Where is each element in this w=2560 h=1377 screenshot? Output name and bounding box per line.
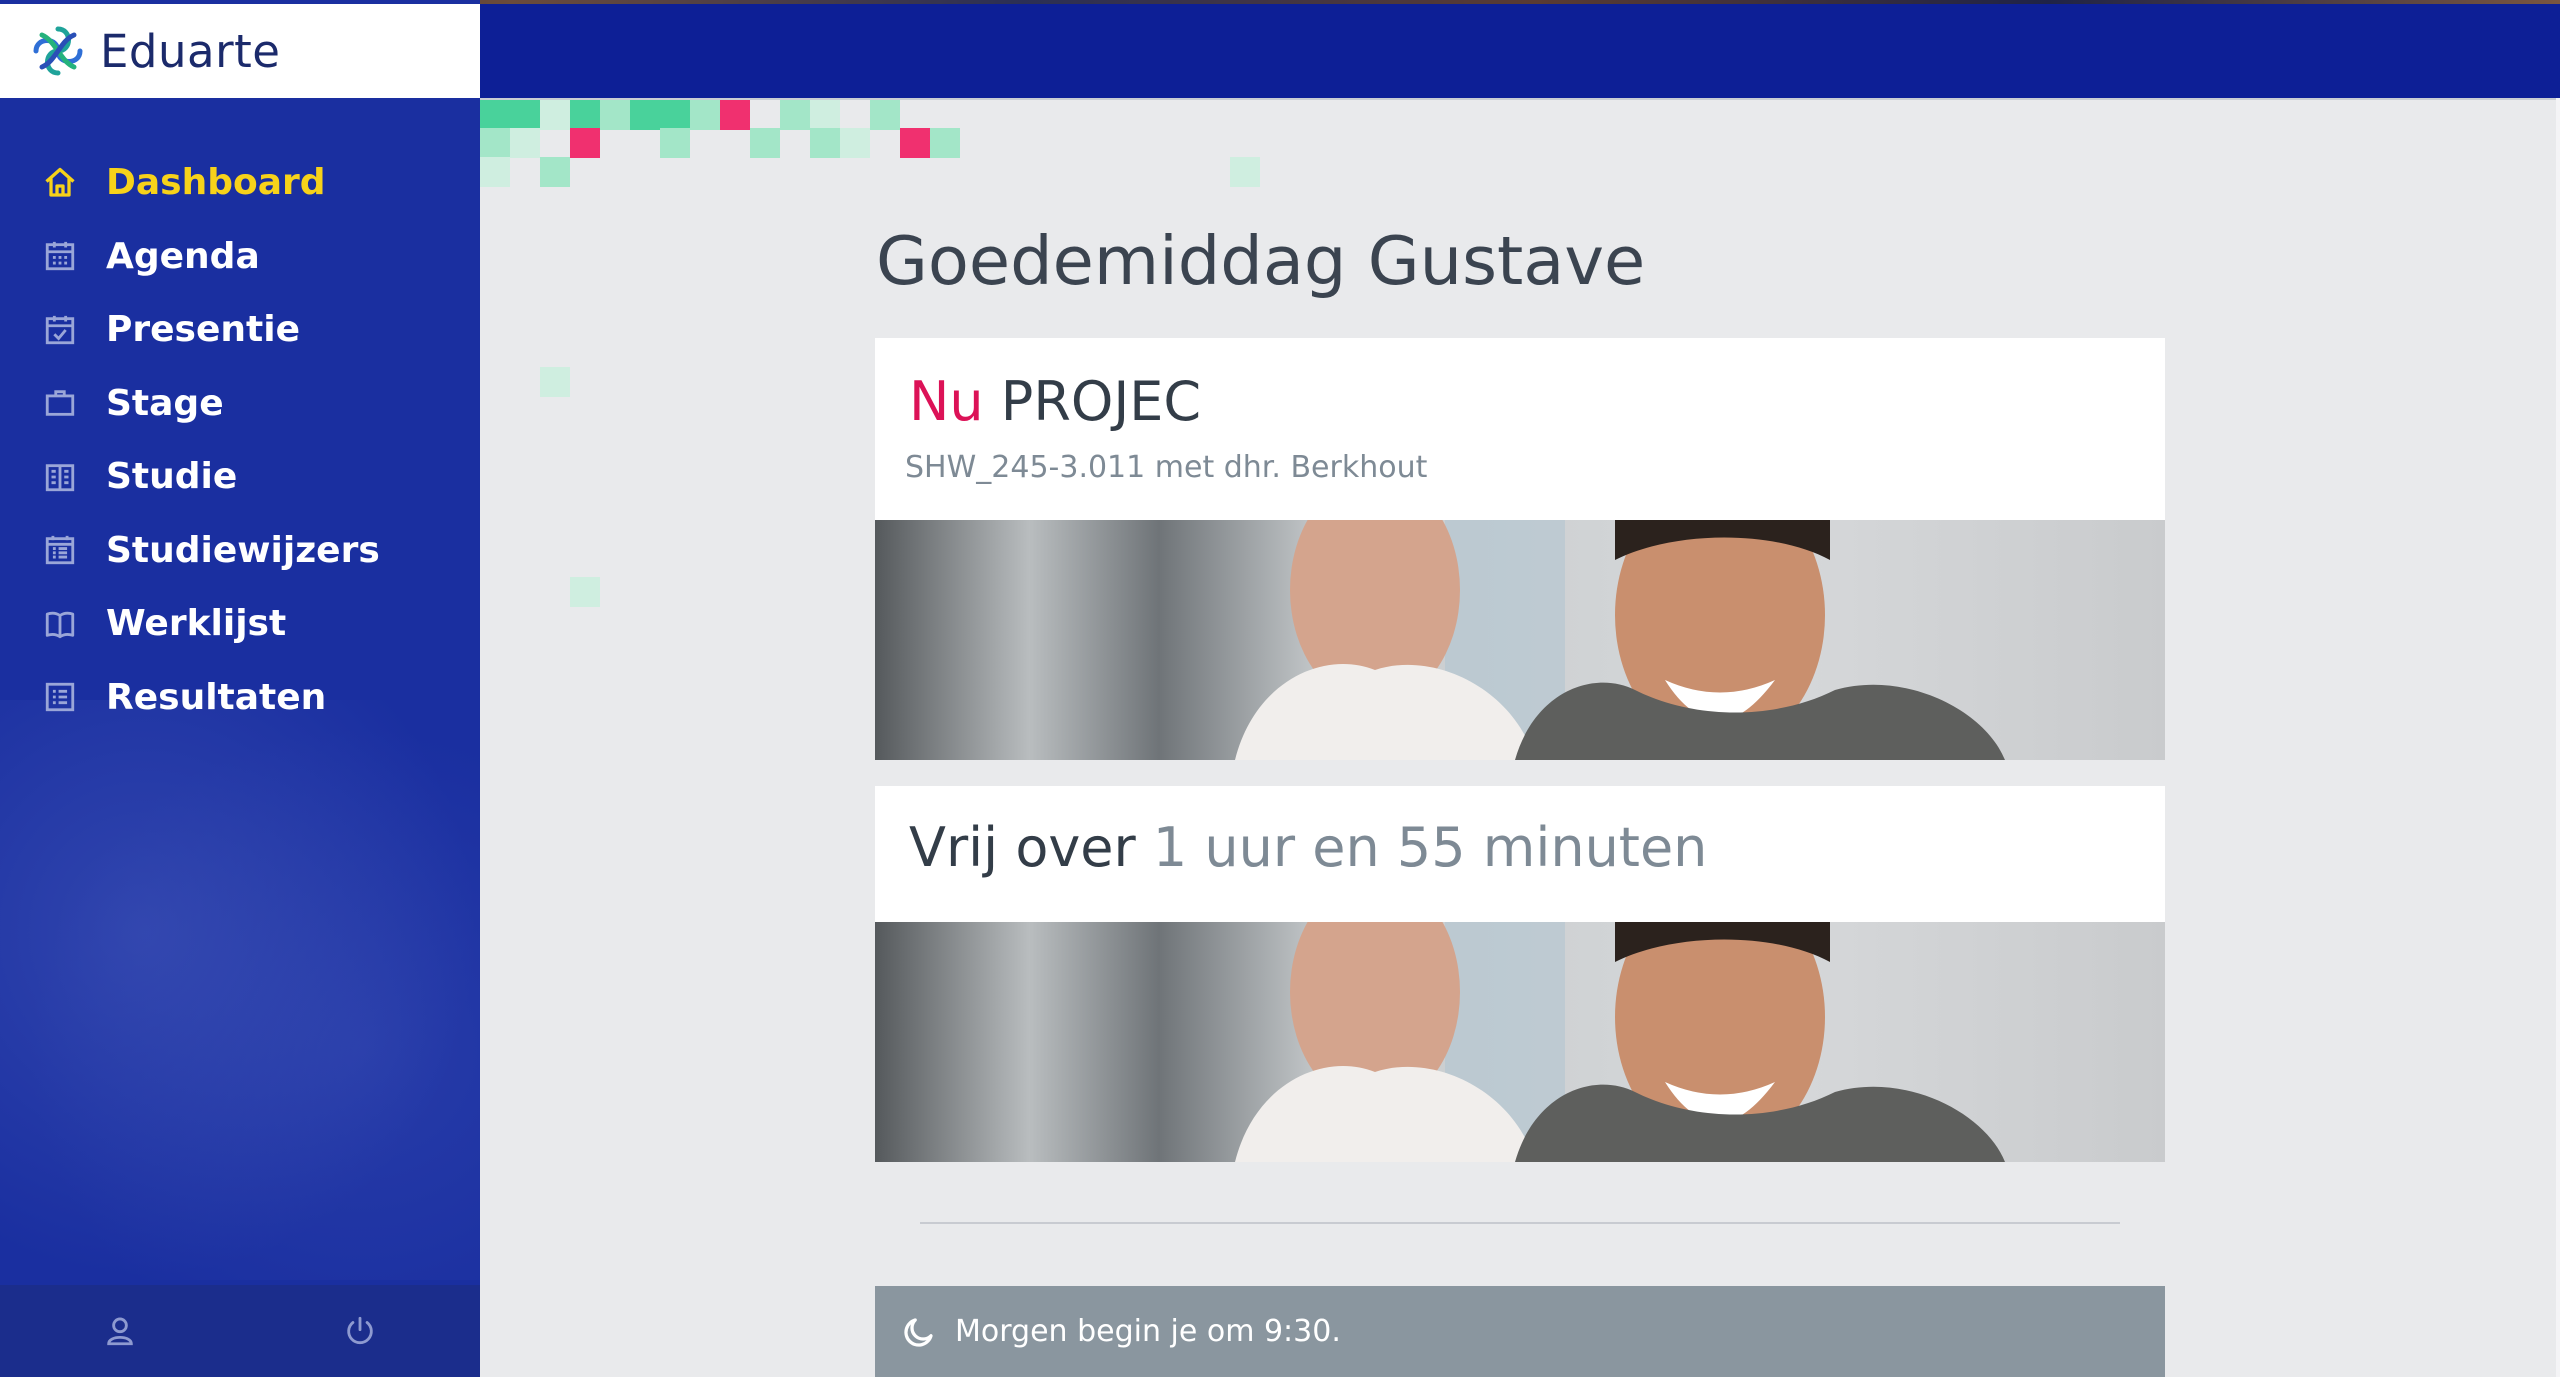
sidebar-footer	[0, 1285, 480, 1377]
pixel	[540, 367, 570, 397]
free-label: Vrij over	[909, 816, 1136, 879]
sidebar-item-label: Agenda	[106, 235, 260, 277]
pixel	[570, 100, 600, 130]
user-icon	[107, 1317, 133, 1346]
pixel	[540, 157, 570, 187]
sidebar-item-label: Dashboard	[106, 162, 326, 204]
notice-text: Morgen begin je om 9:30.	[955, 1314, 1341, 1349]
sidebar-item-label: Werklijst	[106, 603, 287, 645]
pixel	[810, 128, 840, 158]
sidebar-item-label: Studiewijzers	[106, 529, 380, 571]
top-header	[480, 4, 2560, 98]
tomorrow-notice: Morgen begin je om 9:30.	[875, 1286, 2165, 1377]
pixel	[480, 128, 510, 158]
sidebar-background	[0, 700, 480, 1280]
sidebar-nav: Dashboard Agenda Presentie Stage Studie	[0, 146, 480, 734]
list-calendar-icon	[40, 530, 80, 570]
section-divider	[920, 1222, 2120, 1224]
pixel	[630, 100, 660, 130]
pixel	[480, 157, 510, 187]
pixel	[810, 100, 840, 130]
briefcase-icon	[40, 383, 80, 423]
sidebar-item-werklijst[interactable]: Werklijst	[0, 587, 480, 661]
sidebar-item-presentie[interactable]: Presentie	[0, 293, 480, 367]
book-icon	[40, 604, 80, 644]
pixel	[870, 100, 900, 130]
pixel	[540, 100, 570, 130]
sidebar-item-label: Resultaten	[106, 676, 327, 718]
lesson-details: SHW_245-3.011 met dhr. Berkhout	[905, 450, 1428, 485]
students-photo	[875, 922, 2165, 1162]
greeting-title: Goedemiddag Gustave	[876, 222, 1646, 300]
free-time-value: 1 uur en 55 minuten	[1152, 816, 1708, 879]
pixel	[570, 577, 600, 607]
building-icon	[40, 457, 80, 497]
sidebar-item-studiewijzers[interactable]: Studiewijzers	[0, 514, 480, 588]
pixel	[780, 100, 810, 130]
sidebar-item-label: Presentie	[106, 309, 300, 351]
now-label: Nu	[909, 370, 984, 433]
pixel	[750, 128, 780, 158]
pixel	[840, 128, 870, 158]
pixel	[660, 128, 690, 158]
sidebar-item-resultaten[interactable]: Resultaten	[0, 661, 480, 735]
pixel	[900, 128, 930, 158]
pixel	[1230, 157, 1260, 187]
current-lesson-title: Nu PROJEC	[909, 370, 1201, 433]
current-lesson-card[interactable]: Nu PROJEC SHW_245-3.011 met dhr. Berkhou…	[875, 338, 2165, 760]
home-icon	[40, 163, 80, 203]
sidebar-item-label: Stage	[106, 382, 224, 424]
pixel	[930, 128, 960, 158]
pixel	[510, 100, 540, 130]
lesson-name: PROJEC	[1000, 370, 1202, 433]
pixel	[480, 100, 510, 130]
pixel	[510, 128, 540, 158]
banner-photo	[875, 922, 2165, 1162]
sidebar-item-agenda[interactable]: Agenda	[0, 220, 480, 294]
eduarte-logo-icon	[33, 26, 83, 76]
pixel	[600, 100, 630, 130]
pixel	[660, 100, 690, 130]
calendar-check-icon	[40, 310, 80, 350]
results-list-icon	[40, 677, 80, 717]
power-icon	[347, 1316, 373, 1345]
logout-button[interactable]	[240, 1285, 480, 1377]
sidebar: Eduarte Dashboard Agenda Presentie Stage	[0, 0, 480, 1377]
calendar-icon	[40, 236, 80, 276]
pixel	[570, 128, 600, 158]
pixel	[720, 100, 750, 130]
pixel	[690, 100, 720, 130]
page-edge	[2556, 98, 2560, 1377]
app-name: Eduarte	[100, 24, 281, 78]
sidebar-item-stage[interactable]: Stage	[0, 367, 480, 441]
logo-bar[interactable]: Eduarte	[0, 4, 480, 98]
banner-photo	[875, 520, 2165, 760]
sidebar-item-studie[interactable]: Studie	[0, 440, 480, 514]
students-photo	[875, 520, 2165, 760]
sidebar-item-label: Studie	[106, 456, 238, 498]
free-time-title: Vrij over 1 uur en 55 minuten	[909, 816, 1707, 879]
sidebar-item-dashboard[interactable]: Dashboard	[0, 146, 480, 220]
profile-button[interactable]	[0, 1285, 240, 1377]
moon-icon	[904, 1317, 933, 1347]
free-time-card[interactable]: Vrij over 1 uur en 55 minuten	[875, 786, 2165, 1162]
